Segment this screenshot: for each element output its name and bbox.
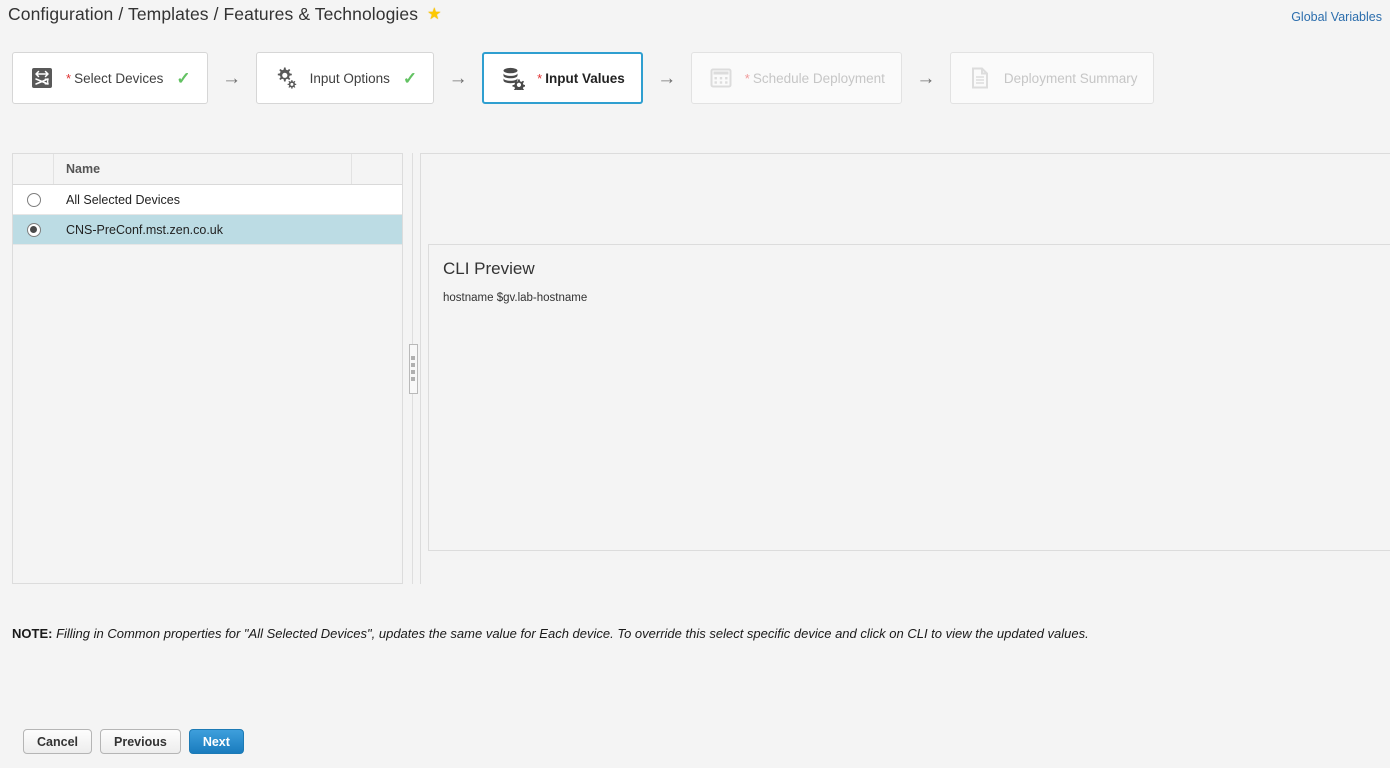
top-bar: Configuration / Templates / Features & T… xyxy=(0,0,1390,34)
pane-splitter-handle[interactable] xyxy=(406,153,420,584)
network-switch-icon xyxy=(29,65,55,91)
wizard-step-schedule-deployment[interactable]: * Schedule Deployment xyxy=(690,52,902,104)
wizard-arrow-icon: → xyxy=(222,67,242,89)
note-prefix: NOTE: xyxy=(12,626,53,641)
device-name: CNS-PreConf.mst.zen.co.uk xyxy=(66,222,223,237)
cancel-button[interactable]: Cancel xyxy=(23,729,92,754)
required-marker: * xyxy=(744,70,750,86)
content-panes: Name All Selected Devices CNS-PreConf.ms… xyxy=(0,153,1390,585)
wizard-arrow-icon: → xyxy=(916,67,936,89)
wizard-step-select-devices[interactable]: * Select Devices ✓ xyxy=(12,52,208,104)
wizard-step-label: Input Values xyxy=(545,70,625,86)
next-button[interactable]: Next xyxy=(188,729,244,754)
required-marker: * xyxy=(537,70,543,86)
row-radio-cell[interactable] xyxy=(13,192,54,207)
input-values-panel: CLI Preview hostname $gv.lab-hostname xyxy=(420,153,1390,584)
cli-preview-title: CLI Preview xyxy=(443,259,535,278)
wizard-step-input-values[interactable]: * Input Values xyxy=(482,52,643,104)
footer-actions: Cancel Previous Next xyxy=(23,729,244,754)
device-name: All Selected Devices xyxy=(66,192,180,207)
column-header-spacer xyxy=(352,154,402,184)
required-marker: * xyxy=(66,70,72,86)
row-radio-cell[interactable] xyxy=(13,222,54,237)
cli-preview-box: CLI Preview hostname $gv.lab-hostname xyxy=(428,244,1390,551)
note-text: NOTE: Filling in Common properties for "… xyxy=(12,626,1382,641)
breadcrumb: Configuration / Templates / Features & T… xyxy=(8,4,442,25)
page-root: Configuration / Templates / Features & T… xyxy=(0,0,1390,768)
radio-button-icon[interactable] xyxy=(26,192,41,207)
table-row[interactable]: CNS-PreConf.mst.zen.co.uk xyxy=(13,215,402,245)
splitter-grip[interactable] xyxy=(408,343,418,394)
note-body: Filling in Common properties for "All Se… xyxy=(52,626,1089,641)
wizard-steps: * Select Devices ✓ → Input Options ✓ → *… xyxy=(12,52,1155,104)
column-header-select xyxy=(13,154,54,184)
calendar-icon xyxy=(708,65,734,91)
radio-button-selected-icon[interactable] xyxy=(26,222,41,237)
wizard-arrow-icon: → xyxy=(657,67,677,89)
device-grid-panel: Name All Selected Devices CNS-PreConf.ms… xyxy=(12,153,403,584)
document-list-icon xyxy=(967,65,993,91)
wizard-step-label: Input Options xyxy=(309,70,390,86)
device-grid-header: Name xyxy=(13,154,402,185)
wizard-step-input-options[interactable]: Input Options ✓ xyxy=(255,52,435,104)
column-header-name: Name xyxy=(54,154,352,184)
wizard-step-deployment-summary[interactable]: Deployment Summary xyxy=(949,52,1155,104)
step-complete-check-icon: ✓ xyxy=(402,68,418,88)
previous-button[interactable]: Previous xyxy=(100,729,181,754)
favorite-star-icon[interactable]: ★ xyxy=(427,4,441,24)
database-gear-icon xyxy=(500,65,526,91)
gear-options-icon xyxy=(273,65,299,91)
table-row[interactable]: All Selected Devices xyxy=(13,185,402,215)
breadcrumb-text: Configuration / Templates / Features & T… xyxy=(8,4,419,24)
cli-preview-content: hostname $gv.lab-hostname xyxy=(443,292,588,304)
wizard-arrow-icon: → xyxy=(448,67,468,89)
wizard-step-label: Select Devices xyxy=(74,70,164,86)
step-complete-check-icon: ✓ xyxy=(176,68,191,88)
wizard-step-label: Schedule Deployment xyxy=(752,70,885,86)
wizard-step-label: Deployment Summary xyxy=(1003,70,1138,86)
global-variables-link[interactable]: Global Variables xyxy=(1291,10,1382,24)
grid-empty-area xyxy=(13,245,402,555)
